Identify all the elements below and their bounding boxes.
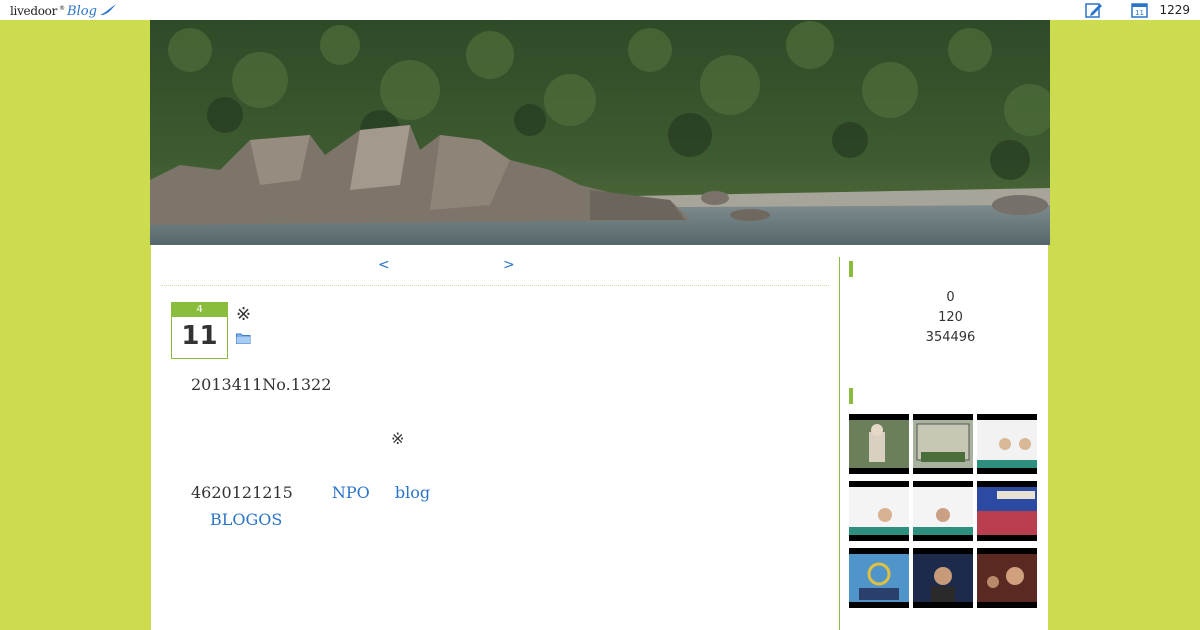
entry-body-line-3: BLOGOS (210, 510, 282, 529)
date-day: 11 (181, 321, 218, 351)
next-entry-link[interactable]: > (503, 257, 515, 273)
post-count: 1229 (1159, 3, 1190, 17)
entry-body-line-2: 4620121215 NPO blog (191, 483, 430, 502)
counter-today: 0 (946, 290, 955, 305)
date-month: 4 (172, 303, 227, 317)
top-bar: livedoor ® Blog 11 1229 (0, 0, 1200, 20)
content-panel: < > 4 11 ※ 2013411No.1322 ※ 4620121215 N… (151, 245, 1048, 630)
column-divider (839, 257, 840, 630)
date-badge: 4 11 (171, 302, 228, 359)
video-thumbnail[interactable] (977, 414, 1037, 474)
video-thumbnail[interactable] (913, 414, 973, 474)
svg-text:11: 11 (1135, 9, 1144, 17)
counter-total: 354496 (925, 330, 976, 345)
blog-link[interactable]: blog (395, 483, 430, 502)
main-column: < > 4 11 ※ 2013411No.1322 ※ 4620121215 N… (161, 245, 829, 630)
sidebar-heading-counter (849, 261, 1042, 277)
sidebar-heading-videos (849, 388, 1042, 404)
edit-post-icon[interactable] (1085, 2, 1103, 18)
livedoor-blog-logo[interactable]: livedoor ® Blog (10, 1, 117, 19)
video-thumbnail[interactable] (913, 548, 973, 608)
entry-navigation: < > (161, 255, 829, 286)
video-thumbnail[interactable] (977, 481, 1037, 541)
logo-livedoor-text: livedoor (10, 4, 58, 18)
entry-title[interactable]: ※ (236, 304, 251, 325)
prev-entry-link[interactable]: < (378, 257, 390, 273)
video-thumbnail[interactable] (977, 548, 1037, 608)
video-thumbnail[interactable] (849, 481, 909, 541)
video-thumbnail[interactable] (849, 548, 909, 608)
entry-body-line-1: 2013411No.1322 (191, 375, 332, 394)
header-photo (150, 20, 1050, 245)
logo-blog-text: Blog (67, 4, 97, 19)
bird-icon (99, 4, 116, 15)
sidebar: 0 120 354496 (849, 245, 1038, 630)
calendar-icon[interactable]: 11 (1131, 2, 1149, 18)
video-thumbnail[interactable] (849, 414, 909, 474)
npo-link[interactable]: NPO (332, 483, 370, 502)
entry-center-mark: ※ (391, 429, 405, 448)
entry-body-text: 4620121215 (191, 483, 293, 502)
access-counter: 0 120 354496 (849, 288, 1052, 348)
counter-yesterday: 120 (938, 310, 963, 325)
coastal-cliff-photo (150, 20, 1050, 245)
video-thumbnail[interactable] (913, 481, 973, 541)
folder-icon[interactable] (236, 332, 251, 344)
blogos-link[interactable]: BLOGOS (210, 510, 282, 529)
